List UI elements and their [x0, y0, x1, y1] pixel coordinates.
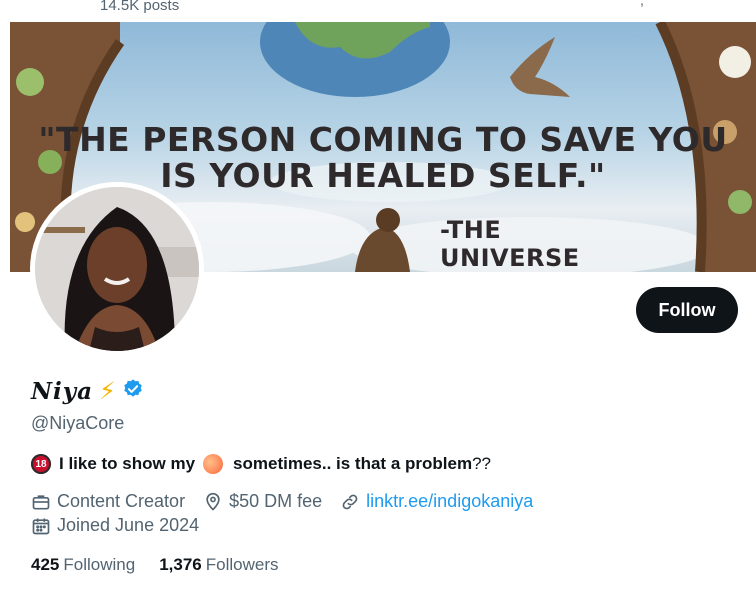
- following-label: Following: [63, 555, 136, 574]
- location-label: $50 DM fee: [229, 491, 323, 511]
- peach-emoji-icon: [203, 454, 224, 474]
- header-glyph: ,: [640, 0, 644, 8]
- briefcase-icon: [32, 494, 50, 509]
- calendar-icon: [32, 518, 50, 534]
- avatar[interactable]: [30, 182, 204, 356]
- joined-row: Joined June 2024: [31, 515, 217, 536]
- bio: 18 I like to show my sometimes.. is that…: [31, 454, 491, 474]
- followers-count: 1,376: [159, 555, 202, 574]
- lightning-emoji: ⚡: [99, 378, 116, 405]
- posts-count: 14.5K posts: [100, 0, 180, 14]
- followers-label: Followers: [205, 555, 279, 574]
- name-row: Niya ⚡: [31, 377, 144, 406]
- follow-stats: 425 Following 1,376 Followers: [31, 555, 302, 575]
- category-label: Content Creator: [57, 491, 186, 511]
- location-pin-icon: [206, 492, 220, 511]
- no-under-18-icon: 18: [31, 454, 51, 474]
- website-link[interactable]: linktr.ee/indigokaniya: [366, 491, 533, 512]
- top-bar: 14.5K posts ,: [0, 0, 756, 22]
- link-icon: [342, 494, 358, 509]
- location-item: $50 DM fee: [203, 491, 322, 512]
- banner-quote-line1: "THE PERSON COMING TO SAVE YOU: [38, 120, 728, 159]
- website-item[interactable]: linktr.ee/indigokaniya: [340, 491, 533, 512]
- followers-link[interactable]: 1,376 Followers: [159, 555, 278, 575]
- bio-text-part1: I like to show my: [59, 454, 196, 473]
- display-name: Niya: [31, 378, 94, 405]
- joined-item: Joined June 2024: [31, 515, 199, 536]
- following-count: 425: [31, 555, 60, 574]
- bio-text-part3: ??: [472, 454, 491, 473]
- profile-meta: Content Creator $50 DM fee linktr.ee/ind…: [31, 491, 551, 512]
- banner-attribution: -THE UNIVERSE: [440, 216, 580, 272]
- follow-button[interactable]: Follow: [636, 287, 738, 333]
- verified-badge-icon[interactable]: [122, 378, 144, 405]
- bio-text-part2: sometimes.. is that a problem: [233, 454, 473, 473]
- user-handle: @NiyaCore: [31, 413, 125, 433]
- following-link[interactable]: 425 Following: [31, 555, 135, 575]
- category-item: Content Creator: [31, 491, 185, 512]
- avatar-photo: [35, 187, 199, 351]
- joined-label: Joined June 2024: [57, 515, 200, 535]
